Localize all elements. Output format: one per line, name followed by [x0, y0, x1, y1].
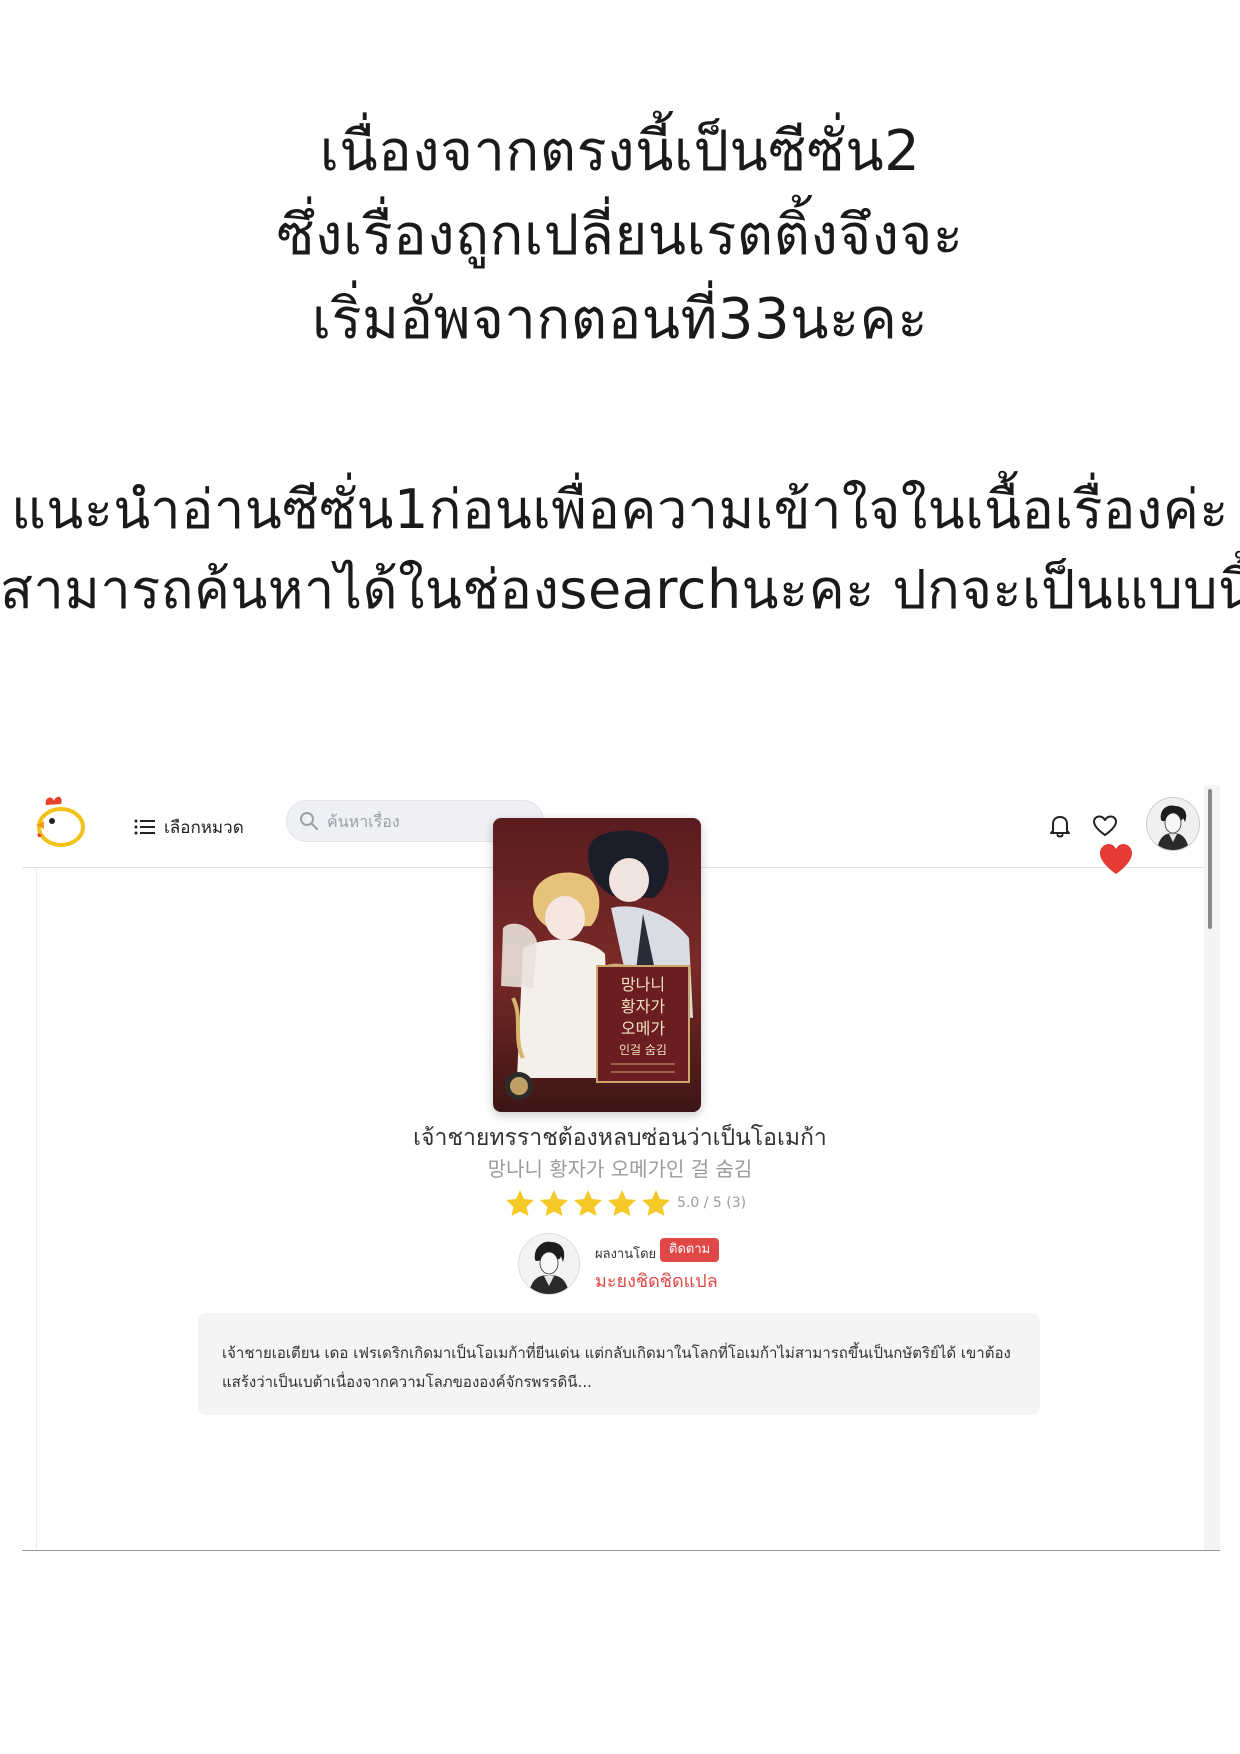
story-title-th: เจ้าชายทรราชต้องหลบซ่อนว่าเป็นโอเมก้า	[413, 1125, 827, 1151]
follow-button[interactable]: ติดตาม	[660, 1238, 720, 1262]
star-icon	[574, 1190, 602, 1216]
category-menu-button[interactable]: เลือกหมวด	[134, 813, 244, 841]
heart-outline-icon[interactable]	[1091, 812, 1119, 840]
category-menu-label: เลือกหมวด	[164, 817, 244, 838]
synopsis-box: เจ้าชายเอเตียน เดอ เฟรเดริกเกิดมาเป็นโอเ…	[198, 1313, 1040, 1415]
star-icon	[540, 1190, 568, 1216]
notice-line: สามารถค้นหาได้ในช่องsearchนะคะ ปกจะเป็นแ…	[0, 558, 1240, 621]
synopsis-text: เจ้าชายเอเตียน เดอ เฟรเดริกเกิดมาเป็นโอเ…	[222, 1344, 1011, 1391]
notice-line: ซึ่งเรื่องถูกเปลี่ยนเรตติ้งจึงจะ	[276, 203, 964, 268]
star-icon	[642, 1190, 670, 1216]
svg-text:망나니: 망나니	[621, 975, 665, 994]
rating-text: 5.0 / 5 (3)	[677, 1195, 747, 1211]
star-icon	[608, 1190, 636, 1216]
notice-season2: เนื่องจากตรงนี้เป็นซีซั่น2 ซึ่งเรื่องถูก…	[0, 110, 1240, 362]
story-cover[interactable]: 망나니 황자가 오메가 인걸 숨김	[493, 818, 701, 1112]
notice-line: แนะนำอ่านซีซั่น1ก่อนเพื่อความเข้าใจในเนื…	[11, 478, 1229, 541]
rating: 5.0 / 5 (3)	[505, 1189, 746, 1217]
story-title-kr: 망나니 황자가 오메가인 걸 숨김	[487, 1157, 753, 1181]
svg-text:오메가: 오메가	[621, 1019, 665, 1038]
author-name-link[interactable]: มะยงชิดชิดแปล	[595, 1266, 718, 1295]
svg-text:황자가: 황자가	[621, 997, 665, 1016]
list-menu-icon	[134, 819, 155, 835]
notice-line: เนื่องจากตรงนี้เป็นซีซั่น2	[319, 119, 921, 184]
bell-icon[interactable]	[1046, 812, 1074, 840]
notice-recommend: แนะนำอ่านซีซั่น1ก่อนเพื่อความเข้าใจในเนื…	[0, 470, 1240, 630]
heart-filled-icon[interactable]	[1098, 842, 1134, 876]
scrollbar-thumb[interactable]	[1208, 789, 1212, 929]
author-avatar[interactable]	[518, 1233, 580, 1295]
svg-text:인걸 숨김: 인걸 숨김	[619, 1043, 667, 1057]
search-icon	[300, 812, 318, 830]
notice-line: เริ่มอัพจากตอนที่33นะคะ	[311, 287, 929, 352]
chick-logo[interactable]	[30, 793, 90, 853]
by-label: ผลงานโดย	[595, 1247, 657, 1262]
user-avatar[interactable]	[1146, 797, 1200, 851]
star-icon	[506, 1190, 534, 1216]
